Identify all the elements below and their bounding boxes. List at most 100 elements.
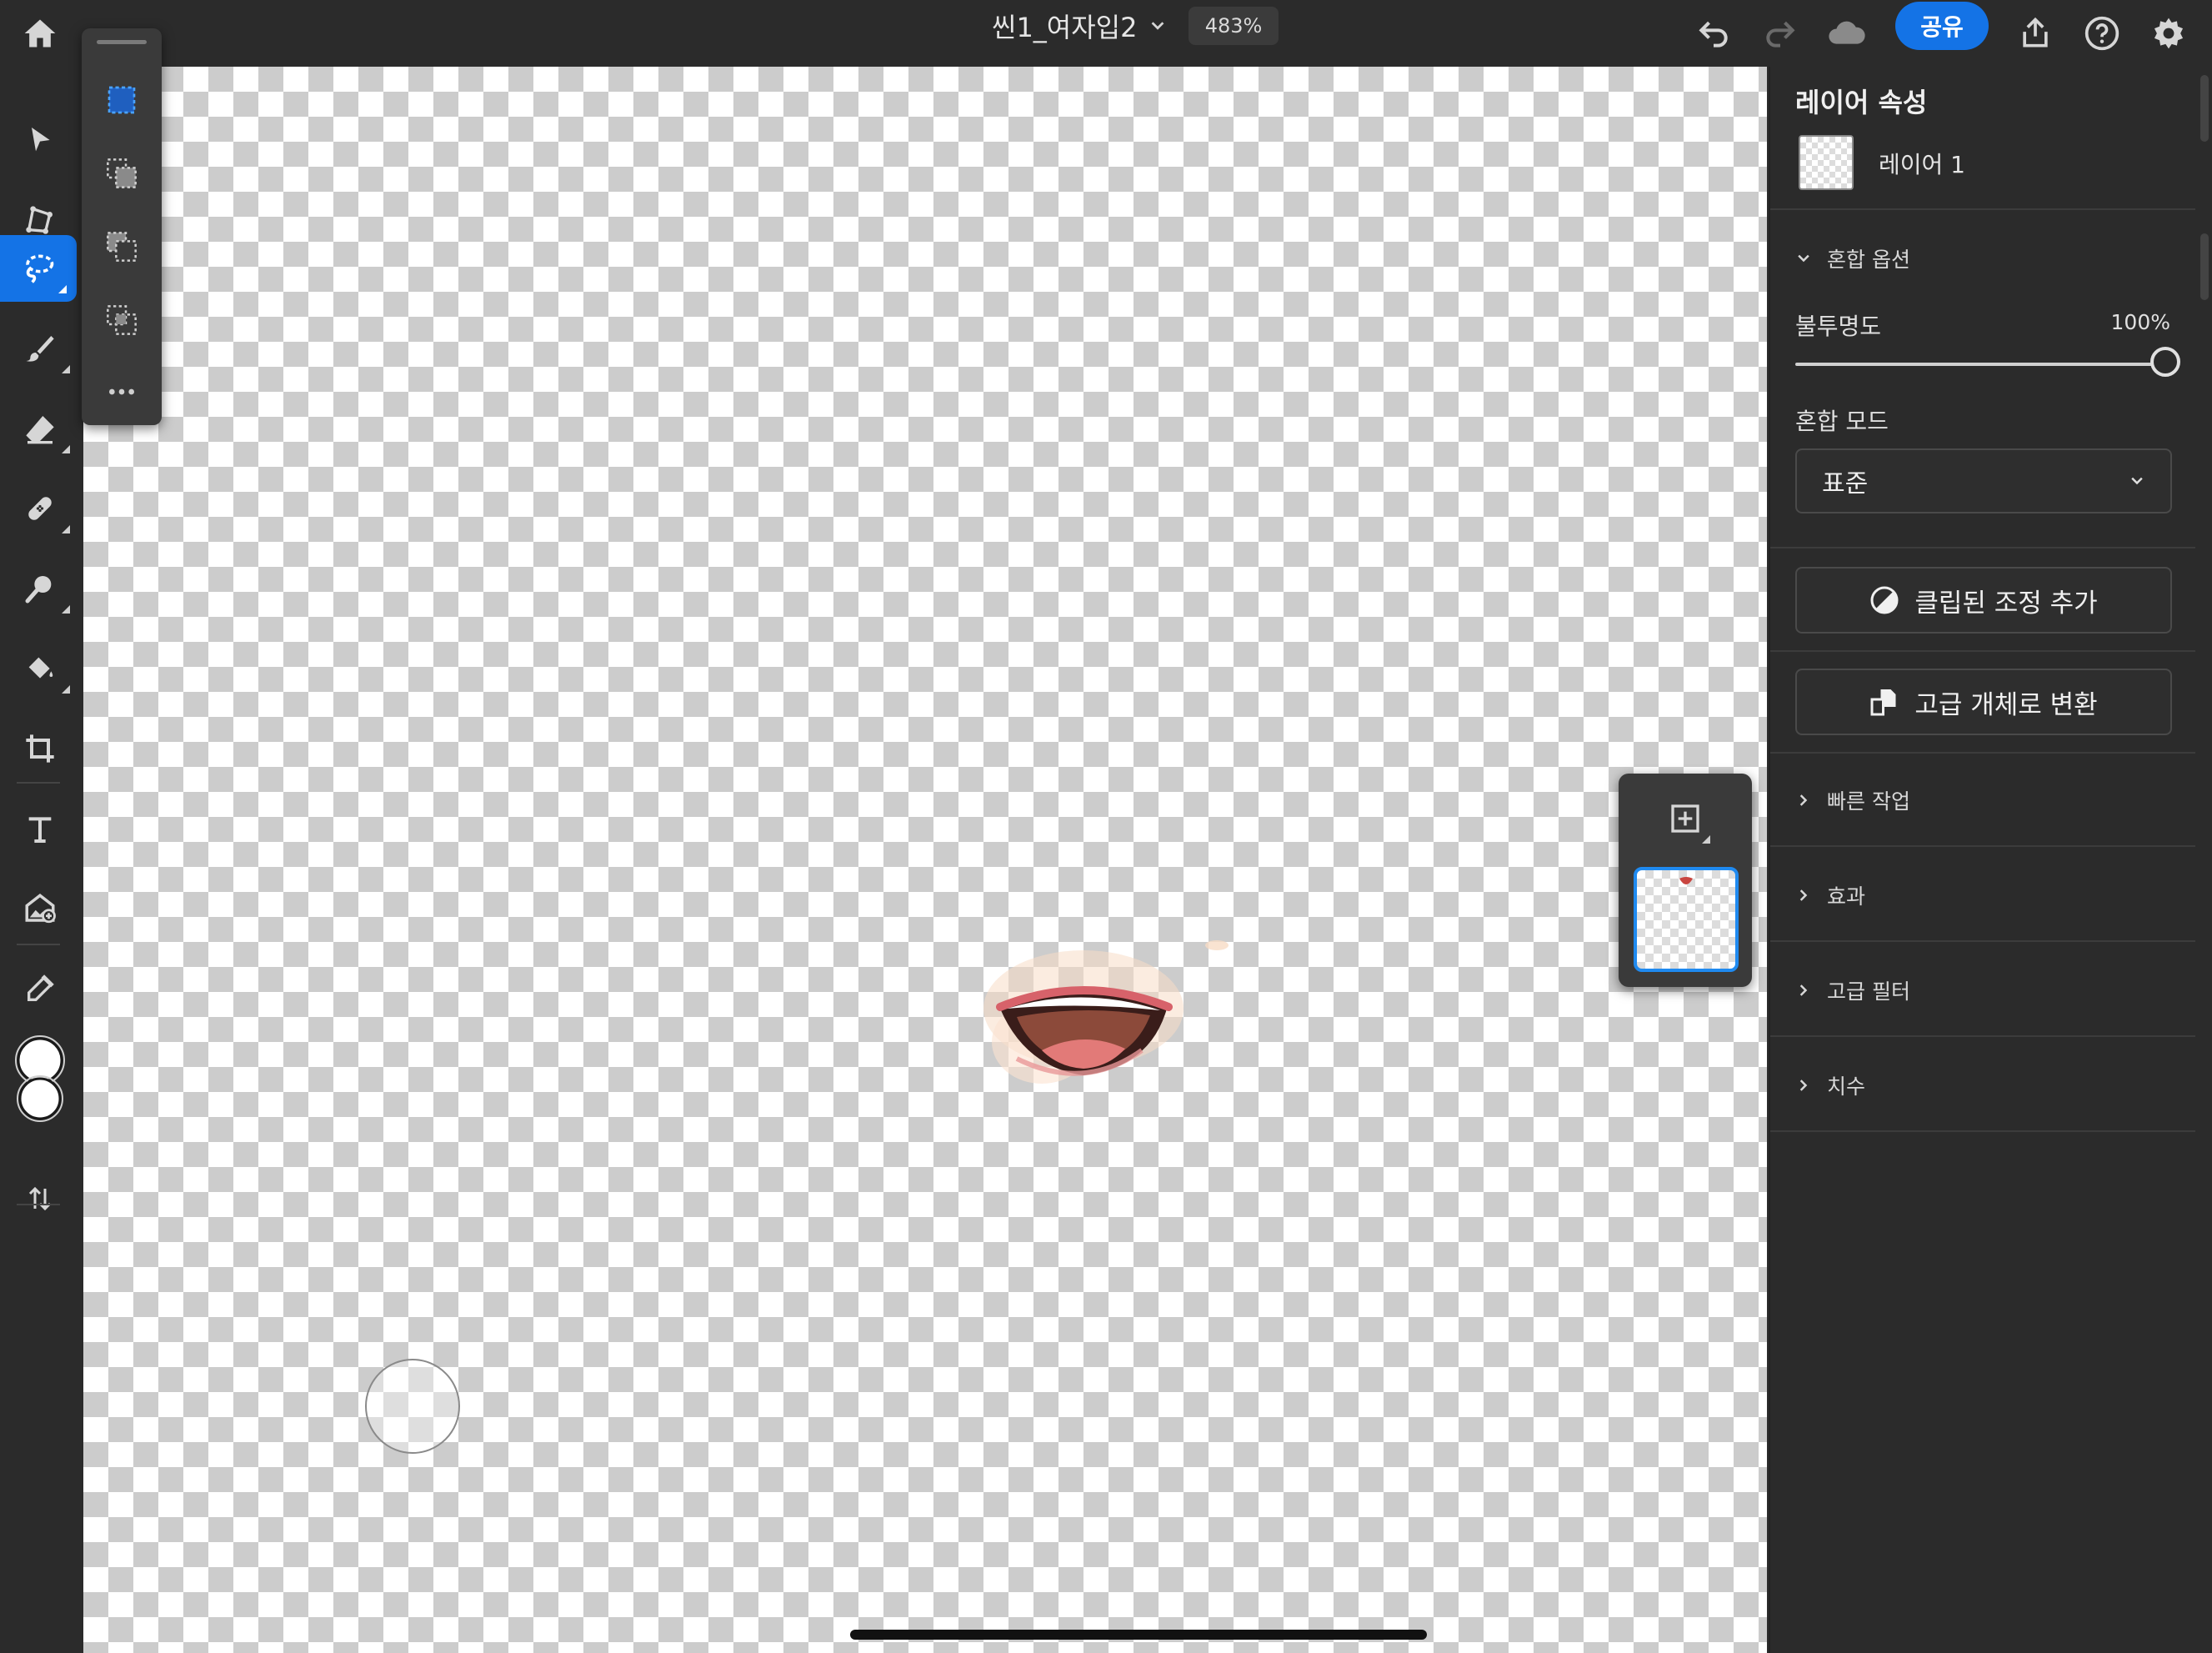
- smart-object-icon: [1870, 689, 1896, 716]
- type-tool[interactable]: [0, 795, 80, 862]
- panel-title: 레이어 속성: [1795, 87, 1928, 118]
- quick-actions-label: 빠른 작업: [1827, 789, 1910, 814]
- chevron-right-icon: [1799, 794, 1808, 806]
- cloud-icon: [1829, 21, 1865, 44]
- gear-icon: [2154, 18, 2184, 49]
- add-clipped-adjustment-button[interactable]: 클립된 조정 추가: [1795, 567, 2172, 634]
- convert-to-smart-object-button[interactable]: 고급 개체로 변환: [1795, 669, 2172, 735]
- intersect-selection-icon: [107, 305, 137, 335]
- chevron-down-icon: [1798, 254, 1809, 263]
- opacity-slider-handle[interactable]: [2150, 347, 2180, 377]
- selection-tools-flyout: [82, 28, 162, 425]
- paint-bucket-icon: [28, 657, 53, 679]
- swap-colors-button[interactable]: [0, 1165, 80, 1232]
- blend-options-label: 혼합 옵션: [1827, 248, 1910, 272]
- touch-cursor: [365, 1359, 460, 1454]
- document-title-menu[interactable]: 씬1_여자입2: [992, 0, 1167, 52]
- add-clipped-adjustment-label: 클립된 조정 추가: [1914, 588, 2098, 619]
- place-image-icon: [25, 894, 56, 924]
- bandage-icon: [28, 497, 52, 520]
- panel-scrollbar[interactable]: [2200, 75, 2209, 142]
- dimensions-section[interactable]: 치수: [1795, 1060, 2179, 1110]
- layers-mini-panel: [1619, 774, 1752, 987]
- layer-thumbnail-selected[interactable]: [1634, 867, 1739, 972]
- redo-icon: [1766, 21, 1795, 48]
- toolbar-divider: [17, 1204, 60, 1205]
- crop-tool[interactable]: [0, 715, 80, 782]
- subtract-selection-icon: [107, 232, 137, 262]
- divider: [1770, 1035, 2195, 1037]
- help-icon: [2084, 16, 2119, 51]
- smart-filters-section[interactable]: 고급 필터: [1795, 965, 2179, 1015]
- divider: [1770, 940, 2195, 942]
- settings-button[interactable]: [2142, 7, 2195, 60]
- intersect-selection-button[interactable]: [88, 287, 155, 353]
- eyedropper-tool[interactable]: [0, 955, 80, 1022]
- divider: [1770, 208, 2195, 210]
- healing-tool[interactable]: [0, 475, 80, 542]
- place-image-tool[interactable]: [0, 875, 80, 942]
- more-options-button[interactable]: [88, 358, 155, 425]
- background-color-swatch[interactable]: [18, 1077, 62, 1120]
- subtract-from-selection-button[interactable]: [88, 213, 155, 280]
- layer-properties-panel: 레이어 속성 레이어 1 혼합 옵션 불투명도 100% 혼합 모드 표준 클립…: [1769, 67, 2195, 1653]
- home-indicator: [850, 1630, 1427, 1640]
- toolbar-divider: [17, 944, 60, 945]
- blend-mode-select[interactable]: 표준: [1795, 448, 2172, 513]
- canvas[interactable]: [83, 67, 1767, 1653]
- marquee-select-icon: [108, 86, 136, 114]
- undo-icon: [1699, 21, 1728, 48]
- home-icon: [24, 19, 56, 48]
- export-icon: [2023, 17, 2048, 48]
- blend-options-toggle[interactable]: 혼합 옵션: [1795, 233, 2179, 283]
- convert-to-smart-object-label: 고급 개체로 변환: [1914, 689, 2098, 720]
- divider: [1770, 650, 2195, 652]
- toolbar-divider: [17, 782, 60, 784]
- layer-name: 레이어 1: [1879, 151, 1965, 178]
- panel-scrollbar[interactable]: [2200, 233, 2209, 300]
- flyout-handle[interactable]: [97, 40, 147, 44]
- move-tool[interactable]: [0, 107, 80, 173]
- redo-button[interactable]: [1754, 7, 1807, 60]
- chevron-down-icon: [2131, 477, 2143, 485]
- brush-tool[interactable]: [0, 315, 80, 382]
- paint-bucket-tool[interactable]: [0, 635, 80, 702]
- effects-section[interactable]: 효과: [1795, 870, 2179, 920]
- tool-bar: [0, 67, 80, 1653]
- smudge-tool[interactable]: [0, 555, 80, 622]
- mouth-thumbnail-icon: [1679, 877, 1693, 884]
- chevron-down-icon: [1152, 22, 1164, 30]
- marquee-select-button[interactable]: [88, 67, 155, 133]
- divider: [1770, 547, 2195, 548]
- more-tools-indicator: [58, 285, 67, 293]
- brush-icon: [26, 336, 54, 362]
- swap-arrows-icon: [28, 1186, 52, 1211]
- divider: [1770, 1130, 2195, 1132]
- divider: [1770, 752, 2195, 754]
- add-to-selection-button[interactable]: [88, 140, 155, 207]
- eraser-tool[interactable]: [0, 395, 80, 462]
- transform-icon: [26, 206, 53, 234]
- lasso-icon: [26, 254, 54, 283]
- add-layer-button[interactable]: [1657, 790, 1714, 847]
- divider: [1770, 845, 2195, 847]
- more-tools-indicator: [62, 525, 70, 533]
- help-button[interactable]: [2075, 7, 2129, 60]
- arrow-pointer-icon: [32, 128, 50, 152]
- home-button[interactable]: [13, 7, 67, 60]
- zoom-level[interactable]: 483%: [1189, 7, 1279, 45]
- opacity-slider-track[interactable]: [1795, 363, 2162, 366]
- opacity-value[interactable]: 100%: [2111, 310, 2170, 334]
- color-swatches[interactable]: [13, 1032, 67, 1124]
- cloud-status[interactable]: [1820, 7, 1874, 60]
- quick-actions-section[interactable]: 빠른 작업: [1795, 775, 2179, 825]
- export-button[interactable]: [2009, 7, 2062, 60]
- effects-label: 효과: [1827, 884, 1866, 909]
- lasso-select-tool[interactable]: [0, 235, 77, 302]
- chevron-right-icon: [1799, 1079, 1808, 1091]
- more-options-indicator: [1702, 835, 1710, 844]
- crop-icon: [26, 734, 54, 763]
- document-title: 씬1_여자입2: [992, 12, 1138, 43]
- undo-button[interactable]: [1687, 7, 1740, 60]
- share-button[interactable]: 공유: [1895, 2, 1989, 50]
